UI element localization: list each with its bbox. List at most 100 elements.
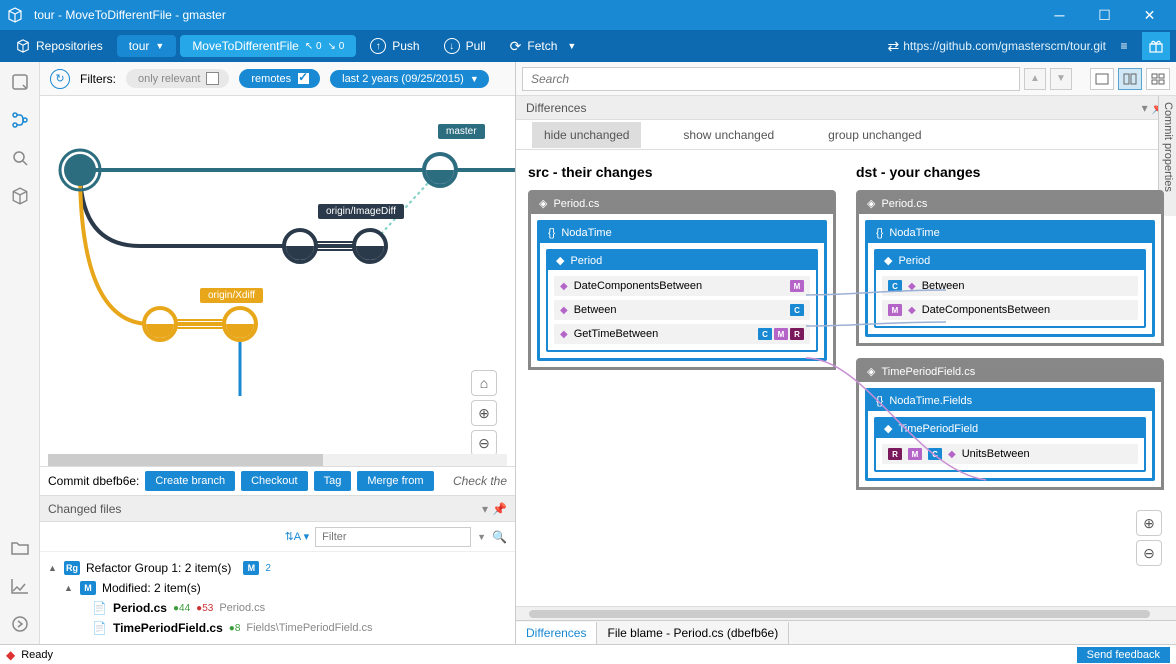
tag-button[interactable]: Tag xyxy=(314,471,352,491)
dst-file-card-1[interactable]: ◈Period.cs {}NodaTime ◆Period C◆Between xyxy=(856,190,1164,346)
sidebar-box-icon[interactable] xyxy=(8,184,32,208)
search-row: ▲ ▼ xyxy=(516,62,1176,96)
method-row[interactable]: ◆BetweenC xyxy=(554,300,810,320)
diff-tabs: hide unchanged show unchanged group unch… xyxy=(516,120,1176,150)
tab-hide-unchanged[interactable]: hide unchanged xyxy=(532,122,641,148)
create-branch-button[interactable]: Create branch xyxy=(145,471,235,491)
commit-note: Check the xyxy=(453,474,507,488)
sync-icon[interactable]: ⇄ xyxy=(888,38,900,55)
branch-label-master[interactable]: master xyxy=(438,124,485,139)
zoom-home-button[interactable]: ⌂ xyxy=(471,370,497,396)
dst-file-card-2[interactable]: ◈TimePeriodField.cs {}NodaTime.Fields ◆T… xyxy=(856,358,1164,490)
diff-body: src - their changes ◈Period.cs {}NodaTim… xyxy=(516,150,1176,606)
view-split-button[interactable] xyxy=(1118,68,1142,90)
main-toolbar: Repositories tour▼ MoveToDifferentFile ↖… xyxy=(0,30,1176,62)
method-row[interactable]: ◆GetTimeBetweenCMR xyxy=(554,324,810,344)
filter-dropdown-icon[interactable]: ▼ xyxy=(477,532,486,542)
method-row[interactable]: ◆DateComponentsBetweenM xyxy=(554,276,810,296)
src-file-card[interactable]: ◈Period.cs {}NodaTime ◆Period ◆DateCompo… xyxy=(528,190,836,370)
status-bar: ◆ Ready Send feedback xyxy=(0,644,1176,664)
sidebar-branches-icon[interactable] xyxy=(8,108,32,132)
send-feedback-button[interactable]: Send feedback xyxy=(1077,647,1170,663)
view-single-button[interactable] xyxy=(1090,68,1114,90)
sidebar-explore-icon[interactable] xyxy=(8,146,32,170)
tree-file-1[interactable]: 📄 Period.cs ●44 ●53 Period.cs xyxy=(48,598,507,618)
method-row[interactable]: M◆DateComponentsBetween xyxy=(882,300,1138,320)
remote-url[interactable]: https://github.com/gmasterscm/tour.git xyxy=(903,39,1106,53)
sidebar-chart-icon[interactable] xyxy=(8,574,32,598)
view-grid-button[interactable] xyxy=(1146,68,1170,90)
status-icon: ◆ xyxy=(6,648,15,662)
zoom-in-button[interactable]: ⊕ xyxy=(471,400,497,426)
changed-files-tree: ▲ Rg Refactor Group 1: 2 item(s) M 2 ▲ M… xyxy=(40,552,515,644)
merge-button[interactable]: Merge from xyxy=(357,471,433,491)
method-row[interactable]: C◆Between xyxy=(882,276,1138,296)
diff-zoom-in-button[interactable]: ⊕ xyxy=(1136,510,1162,536)
tab-file-blame[interactable]: File blame - Period.cs (dbefb6e) xyxy=(597,622,789,644)
fetch-button[interactable]: ⟳Fetch▼ xyxy=(500,34,587,59)
left-panel: ↻ Filters: only relevant remotes last 2 … xyxy=(40,62,516,644)
window-title: tour - MoveToDifferentFile - gmaster xyxy=(34,8,1037,22)
changed-filter-row: ⇅A ▾ ▼ 🔍 xyxy=(40,522,515,552)
checkout-button[interactable]: Checkout xyxy=(241,471,307,491)
diff-src-column: src - their changes ◈Period.cs {}NodaTim… xyxy=(528,164,836,606)
search-input[interactable] xyxy=(522,67,1020,91)
diff-scrollbar[interactable] xyxy=(516,606,1176,620)
tree-modified[interactable]: ▲ M Modified: 2 item(s) xyxy=(48,578,507,598)
dropdown-icon[interactable]: ▾ xyxy=(1142,101,1148,115)
title-bar: tour - MoveToDifferentFile - gmaster ─ ☐… xyxy=(0,0,1176,30)
filters-bar: ↻ Filters: only relevant remotes last 2 … xyxy=(40,62,515,96)
app-logo-icon xyxy=(4,4,26,26)
filters-label: Filters: xyxy=(80,72,116,86)
repositories-button[interactable]: Repositories xyxy=(6,35,113,57)
bottom-tabs: Differences File blame - Period.cs (dbef… xyxy=(516,620,1176,644)
repo-pill[interactable]: tour▼ xyxy=(117,35,177,57)
maximize-button[interactable]: ☐ xyxy=(1082,0,1127,30)
push-button[interactable]: ↑Push xyxy=(360,34,429,58)
diff-dst-column: dst - your changes ◈Period.cs {}NodaTime… xyxy=(856,164,1164,606)
pull-button[interactable]: ↓Pull xyxy=(434,34,496,58)
sidebar-home-icon[interactable] xyxy=(8,70,32,94)
minimize-button[interactable]: ─ xyxy=(1037,0,1082,30)
sidebar-folder-icon[interactable] xyxy=(8,536,32,560)
filter-only-relevant[interactable]: only relevant xyxy=(126,69,229,88)
gift-icon[interactable] xyxy=(1142,32,1170,60)
src-title: src - their changes xyxy=(528,164,836,180)
tab-differences[interactable]: Differences xyxy=(516,622,597,644)
filter-date[interactable]: last 2 years (09/25/2015)▼ xyxy=(330,70,489,88)
search-prev-button[interactable]: ▲ xyxy=(1024,68,1046,90)
right-panel: ▲ ▼ Commit properties Differences▾ 📌 hid… xyxy=(516,62,1176,644)
search-next-button[interactable]: ▼ xyxy=(1050,68,1072,90)
file-icon: 📄 xyxy=(92,621,107,635)
changed-files-header: Changed files ▾📌 xyxy=(40,496,515,522)
method-row[interactable]: RMC◆UnitsBetween xyxy=(882,444,1138,464)
branch-label-xdiff[interactable]: origin/Xdiff xyxy=(200,288,263,303)
commit-bar: Commit dbefb6e: Create branch Checkout T… xyxy=(40,466,515,496)
close-button[interactable]: ✕ xyxy=(1127,0,1172,30)
file-icon: 📄 xyxy=(92,601,107,615)
branch-graph[interactable]: master origin/ImageDiff origin/Xdiff ⌂ ⊕… xyxy=(40,96,515,466)
left-sidebar xyxy=(0,62,40,644)
pin-icon[interactable]: 📌 xyxy=(492,502,507,516)
differences-header: Differences▾ 📌 xyxy=(516,96,1176,120)
diff-zoom-out-button[interactable]: ⊖ xyxy=(1136,540,1162,566)
zoom-out-button[interactable]: ⊖ xyxy=(471,430,497,456)
branch-label-imagediff[interactable]: origin/ImageDiff xyxy=(318,204,404,219)
filter-input[interactable] xyxy=(315,527,471,547)
filter-remotes[interactable]: remotes xyxy=(239,69,320,88)
refresh-button[interactable]: ↻ xyxy=(50,69,70,89)
dst-title: dst - your changes xyxy=(856,164,1164,180)
tab-show-unchanged[interactable]: show unchanged xyxy=(671,122,786,148)
tab-group-unchanged[interactable]: group unchanged xyxy=(816,122,933,148)
menu-icon[interactable]: ≡ xyxy=(1110,32,1138,60)
commit-label: Commit dbefb6e: xyxy=(48,474,139,488)
sort-button[interactable]: ⇅A ▾ xyxy=(285,530,310,543)
status-text: Ready xyxy=(21,649,53,661)
tree-group[interactable]: ▲ Rg Refactor Group 1: 2 item(s) M 2 xyxy=(48,558,507,578)
tree-file-2[interactable]: 📄 TimePeriodField.cs ●8 Fields\TimePerio… xyxy=(48,618,507,638)
search-icon[interactable]: 🔍 xyxy=(492,530,507,544)
dropdown-icon[interactable]: ▾ xyxy=(482,502,488,516)
sidebar-collapse-icon[interactable] xyxy=(8,612,32,636)
graph-scrollbar[interactable] xyxy=(48,454,507,466)
branch-pill[interactable]: MoveToDifferentFile ↖ 0 ↘ 0 xyxy=(180,35,356,57)
